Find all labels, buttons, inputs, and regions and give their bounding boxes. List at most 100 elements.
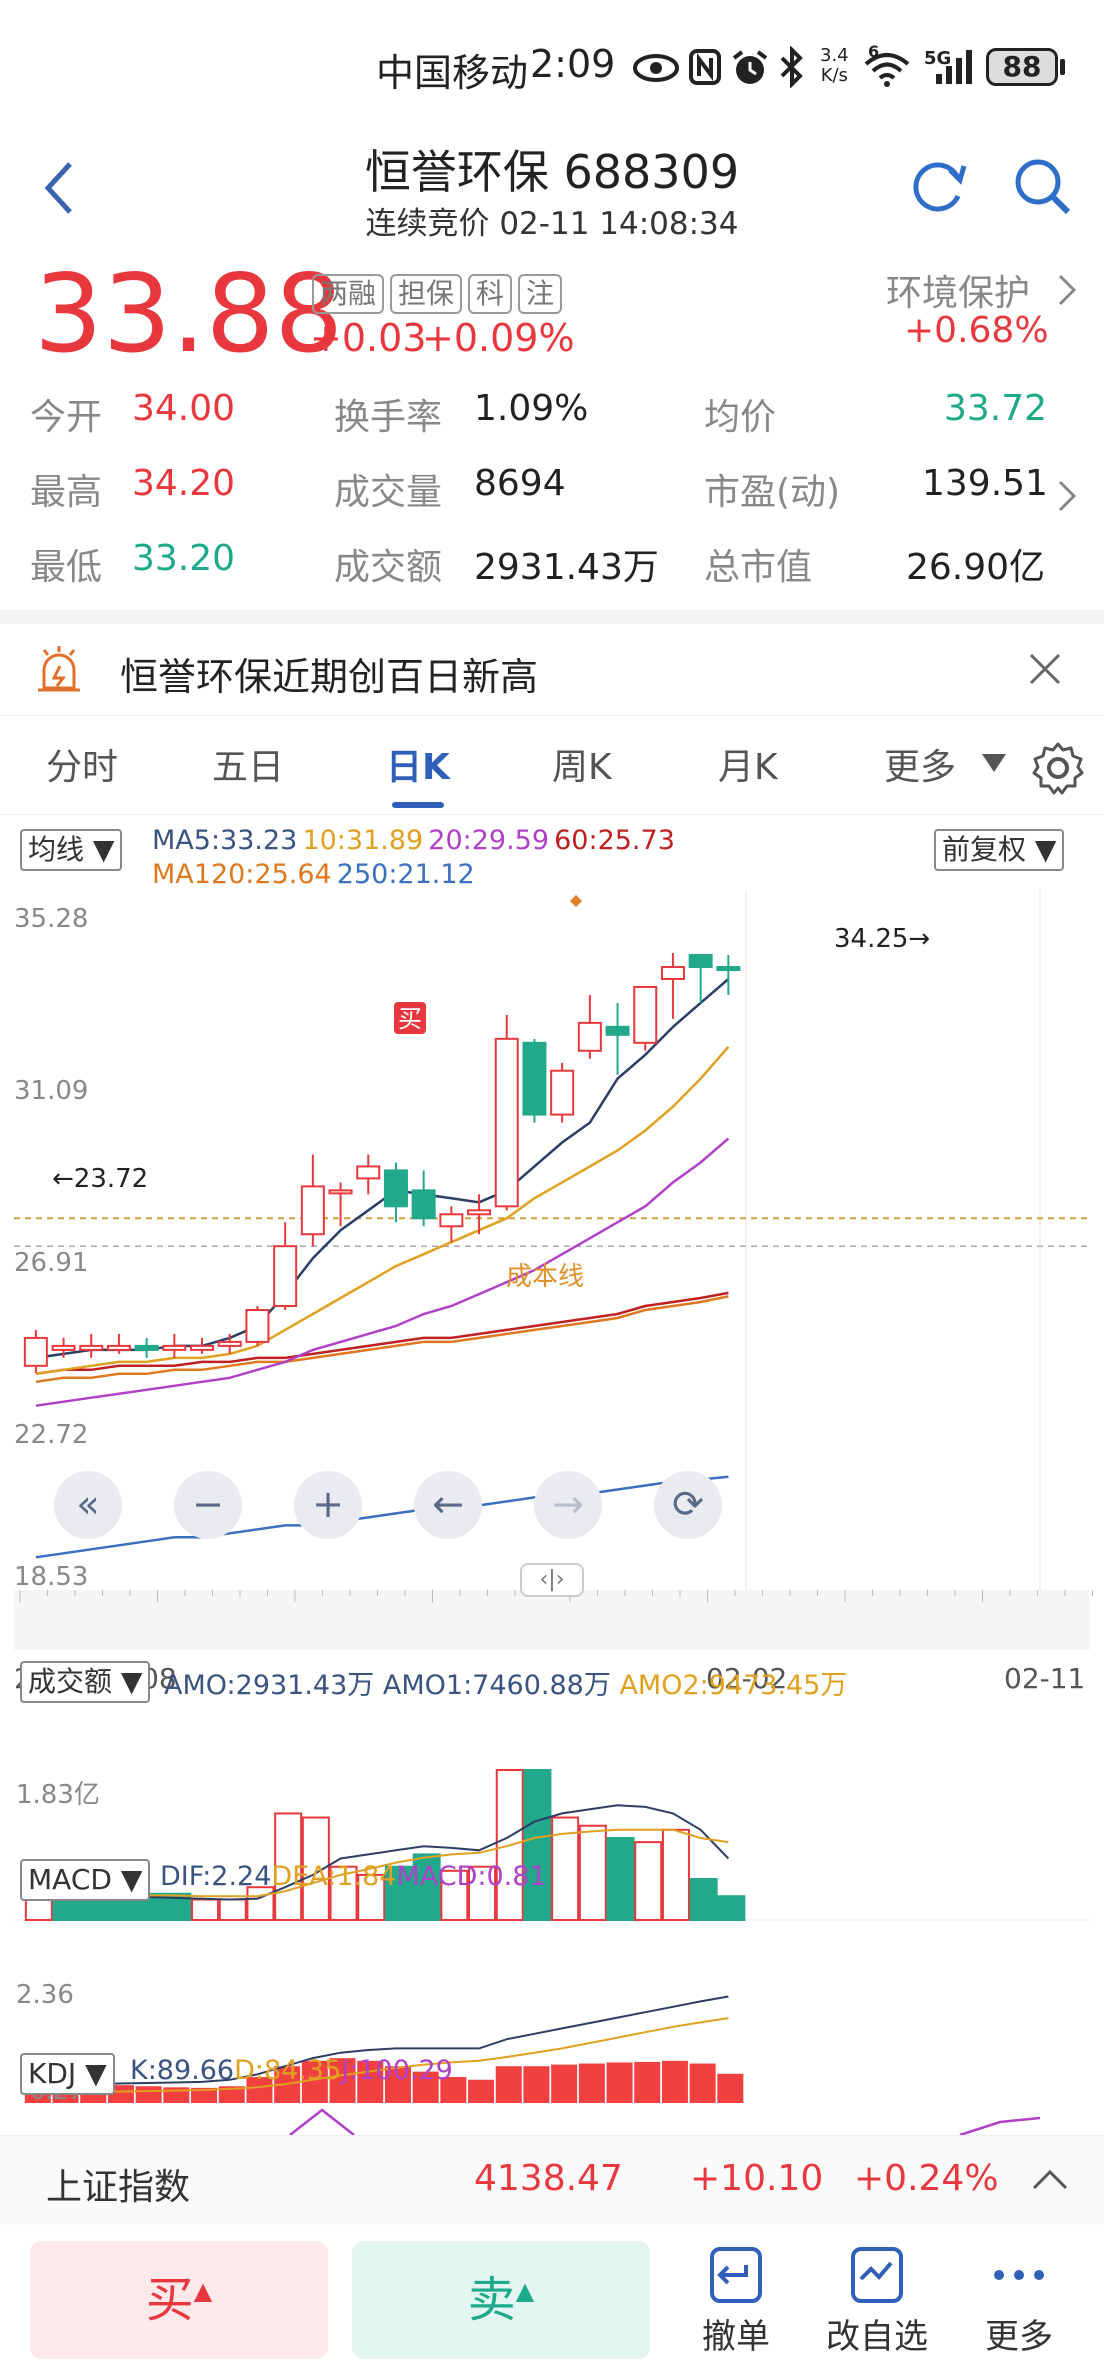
pe-label: 市盈(动) — [704, 472, 841, 513]
tab-monthly-k[interactable]: 月K — [718, 738, 778, 790]
candle-body — [245, 1309, 270, 1343]
status-bar: 中国移动 2:09 3.4 K/s 6 5G 88 — [0, 0, 1104, 130]
candle-body — [190, 1344, 215, 1351]
volume-bar — [246, 1886, 275, 1922]
expand-chevron-icon[interactable] — [1054, 478, 1078, 514]
ma120-legend: MA120:25.64 — [152, 859, 332, 890]
zoom-in-button[interactable]: + — [294, 1471, 362, 1539]
eye-icon — [633, 54, 679, 82]
tag-star: 科 — [468, 274, 513, 314]
chevron-down-icon[interactable] — [980, 752, 1008, 774]
low-label: 最低 — [30, 547, 103, 588]
chart-area: 均线 ▼ MA5:33.23 10:31.89 20:29.59 60:25.7… — [0, 815, 1104, 2135]
buy-button[interactable]: 买▲ — [30, 2241, 328, 2359]
candle-body — [79, 1344, 104, 1351]
volume-bar — [606, 1837, 635, 1921]
macd-ylabel-top: 2.36 — [16, 1980, 74, 2010]
tab-daily-k[interactable]: 日K — [386, 738, 450, 790]
tag-registration: 注 — [518, 274, 563, 314]
alarm-bell-icon — [38, 646, 80, 692]
scroll-right-button[interactable]: → — [534, 1471, 602, 1539]
index-change: +10.10 — [690, 2158, 824, 2199]
ma250-legend: 250:21.12 — [336, 859, 475, 890]
candle-body — [660, 966, 685, 980]
j-legend: J:100.29 — [341, 2055, 453, 2086]
amount-value: 2931.43万 — [474, 547, 659, 588]
candle-body — [217, 1340, 242, 1347]
tab-five-day[interactable]: 五日 — [212, 738, 284, 790]
dea-legend: DEA:1.84 — [271, 1861, 397, 1892]
volume-panel — [14, 1769, 1090, 1922]
candle-body — [273, 1245, 298, 1308]
candle-body — [300, 1185, 325, 1236]
edit-watchlist-button[interactable]: 改自选 — [818, 2245, 936, 2358]
macd-bar — [468, 2079, 495, 2103]
volume-bar — [661, 1828, 690, 1921]
tag-collateral: 担保 — [390, 274, 463, 314]
kdj-j-line-right — [959, 2116, 1041, 2135]
kdj-dropdown[interactable]: KDJ ▼ — [20, 2053, 115, 2095]
market-cap-label: 总市值 — [704, 547, 813, 588]
macd-bar — [606, 2062, 633, 2103]
avg-price-label: 均价 — [704, 397, 777, 438]
market-cap-value: 26.90亿 — [906, 547, 1046, 588]
net-speed: 3.4 K/s — [820, 45, 849, 86]
k-legend: K:89.66 — [130, 2055, 235, 2086]
candle-body — [383, 1169, 408, 1208]
chevron-up-icon[interactable] — [1030, 2168, 1070, 2192]
sector-chevron-icon[interactable] — [1054, 272, 1078, 308]
macd-panel — [24, 1995, 744, 2103]
more-actions-button[interactable]: 更多 — [974, 2245, 1064, 2358]
candle-body — [23, 1336, 48, 1367]
macd-bar — [717, 2073, 744, 2103]
sell-button[interactable]: 卖▲ — [352, 2241, 650, 2359]
candle-body — [411, 1189, 436, 1220]
refresh-icon[interactable] — [906, 154, 970, 218]
tag-list: 两融 担保科注 — [312, 274, 568, 314]
cancel-order-button[interactable]: 撤单 — [694, 2245, 778, 2358]
volume-bar — [523, 1769, 552, 1921]
scroll-left-button[interactable]: ← — [414, 1471, 482, 1539]
low-annotation: ←23.72 — [52, 1164, 148, 1194]
nfc-icon — [689, 49, 721, 85]
news-alert[interactable]: 恒誉环保近期创百日新高 — [0, 610, 1104, 715]
buy-arrow-icon: ▲ — [193, 2277, 213, 2305]
amount-label: 成交额 — [334, 547, 443, 588]
zoom-out-fast-button[interactable]: « — [54, 1471, 122, 1539]
macd-bar — [523, 2066, 550, 2103]
candle-body — [605, 1025, 630, 1036]
index-name: 上证指数 — [46, 2167, 191, 2208]
tab-weekly-k[interactable]: 周K — [552, 738, 612, 790]
gear-icon[interactable] — [1030, 740, 1086, 796]
macd-value-legend: MACD:0.81 — [396, 1861, 547, 1892]
search-icon[interactable] — [1010, 154, 1074, 218]
ma5-legend: MA5:33.23 — [152, 825, 298, 856]
y-label-1: 31.09 — [14, 1076, 88, 1106]
ma-legend-row2: MA120:25.64 250:21.12 — [152, 859, 475, 890]
adjust-dropdown[interactable]: 前复权 ▼ — [934, 829, 1065, 871]
index-bar[interactable]: 上证指数 4138.47 +10.10 +0.24% — [0, 2135, 1104, 2225]
indicator-dropdown[interactable]: 均线 ▼ — [20, 829, 123, 871]
sector-name[interactable]: 环境保护 — [886, 264, 1030, 316]
macd-dropdown[interactable]: MACD ▼ — [20, 1859, 151, 1901]
stock-header: 恒誉环保 688309 连续竞价 02-11 14:08:34 — [0, 130, 1104, 260]
candle-body — [328, 1189, 353, 1195]
close-icon[interactable] — [1028, 652, 1062, 686]
high-value: 34.20 — [132, 463, 236, 504]
turnover-label: 换手率 — [334, 397, 443, 438]
zoom-out-button[interactable]: − — [174, 1471, 242, 1539]
volume-bar — [191, 1898, 220, 1921]
sell-arrow-icon: ▲ — [515, 2277, 535, 2305]
candle-body — [633, 985, 658, 1044]
volume-dropdown[interactable]: 成交额 ▼ — [20, 1661, 151, 1703]
candle-body — [51, 1344, 76, 1351]
volume-value: 8694 — [474, 463, 566, 504]
clock: 2:09 — [530, 42, 616, 86]
rotate-button[interactable]: ⟳ — [654, 1471, 722, 1539]
tab-more[interactable]: 更多 — [884, 738, 956, 790]
drag-handle-icon[interactable]: ‹|› — [520, 1563, 584, 1597]
tab-intraday[interactable]: 分时 — [46, 738, 118, 790]
candle-body — [162, 1344, 187, 1351]
avg-price-value: 33.72 — [944, 388, 1048, 429]
candle-body — [494, 1037, 519, 1208]
